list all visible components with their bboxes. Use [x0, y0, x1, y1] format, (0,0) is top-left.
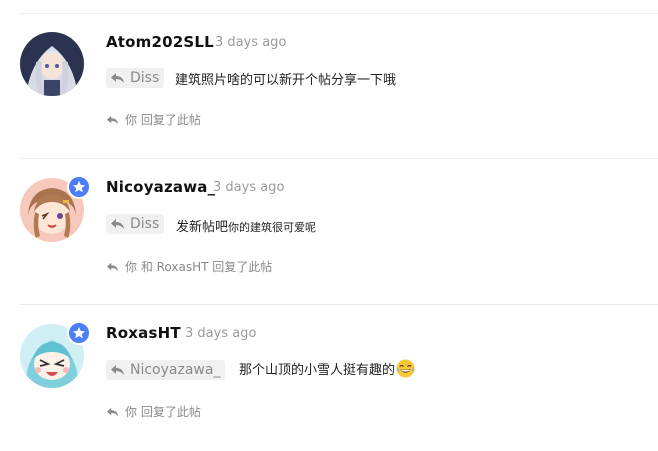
username[interactable]: RoxasHT: [106, 324, 181, 342]
reply-to-tag[interactable]: Diss: [106, 214, 165, 234]
reply-arrow-icon: [110, 71, 126, 85]
reply-to-tag[interactable]: Nicoyazawa_: [106, 360, 226, 380]
reply-to-name: Diss: [130, 216, 160, 232]
reply-to-tag[interactable]: Diss: [106, 68, 165, 88]
star-badge-icon: [67, 321, 91, 345]
timestamp: 3 days ago: [185, 326, 257, 341]
reply-arrow-icon: [106, 261, 120, 273]
joy-emoji-icon: [396, 359, 415, 378]
avatar[interactable]: [20, 32, 84, 96]
reply-arrow-icon: [106, 406, 120, 418]
comment-text: 建筑照片啥的可以新开个帖分享一下哦: [175, 73, 397, 88]
username[interactable]: Atom202SLL: [106, 33, 214, 51]
reply-to-name: Nicoyazawa_: [130, 362, 221, 378]
replied-note[interactable]: 你 回复了此帖: [106, 403, 201, 420]
timestamp: 3 days ago: [215, 35, 287, 50]
comment-item: Atom202SLL 3 days ago Diss 建筑照片啥的可以新开个帖分…: [20, 14, 658, 160]
star-badge-icon: [67, 175, 91, 199]
replied-note[interactable]: 你 和 RoxasHT 回复了此帖: [106, 258, 272, 275]
comment-text: 那个山顶的小雪人挺有趣的: [239, 359, 415, 378]
comment-text: 发新帖吧 你的建筑很可爱呢: [176, 219, 317, 235]
timestamp: 3 days ago: [213, 180, 285, 195]
reply-arrow-icon: [110, 363, 126, 377]
username[interactable]: Nicoyazawa_: [106, 178, 215, 196]
reply-to-name: Diss: [130, 70, 160, 86]
comment-item: RoxasHT 3 days ago Nicoyazawa_ 那个山顶的小雪人挺…: [20, 305, 658, 451]
reply-arrow-icon: [106, 114, 120, 126]
comment-item: Nicoyazawa_ 3 days ago Diss 发新帖吧 你的建筑很可爱呢…: [20, 159, 658, 305]
replied-note[interactable]: 你 回复了此帖: [106, 111, 201, 128]
reply-arrow-icon: [110, 217, 126, 231]
